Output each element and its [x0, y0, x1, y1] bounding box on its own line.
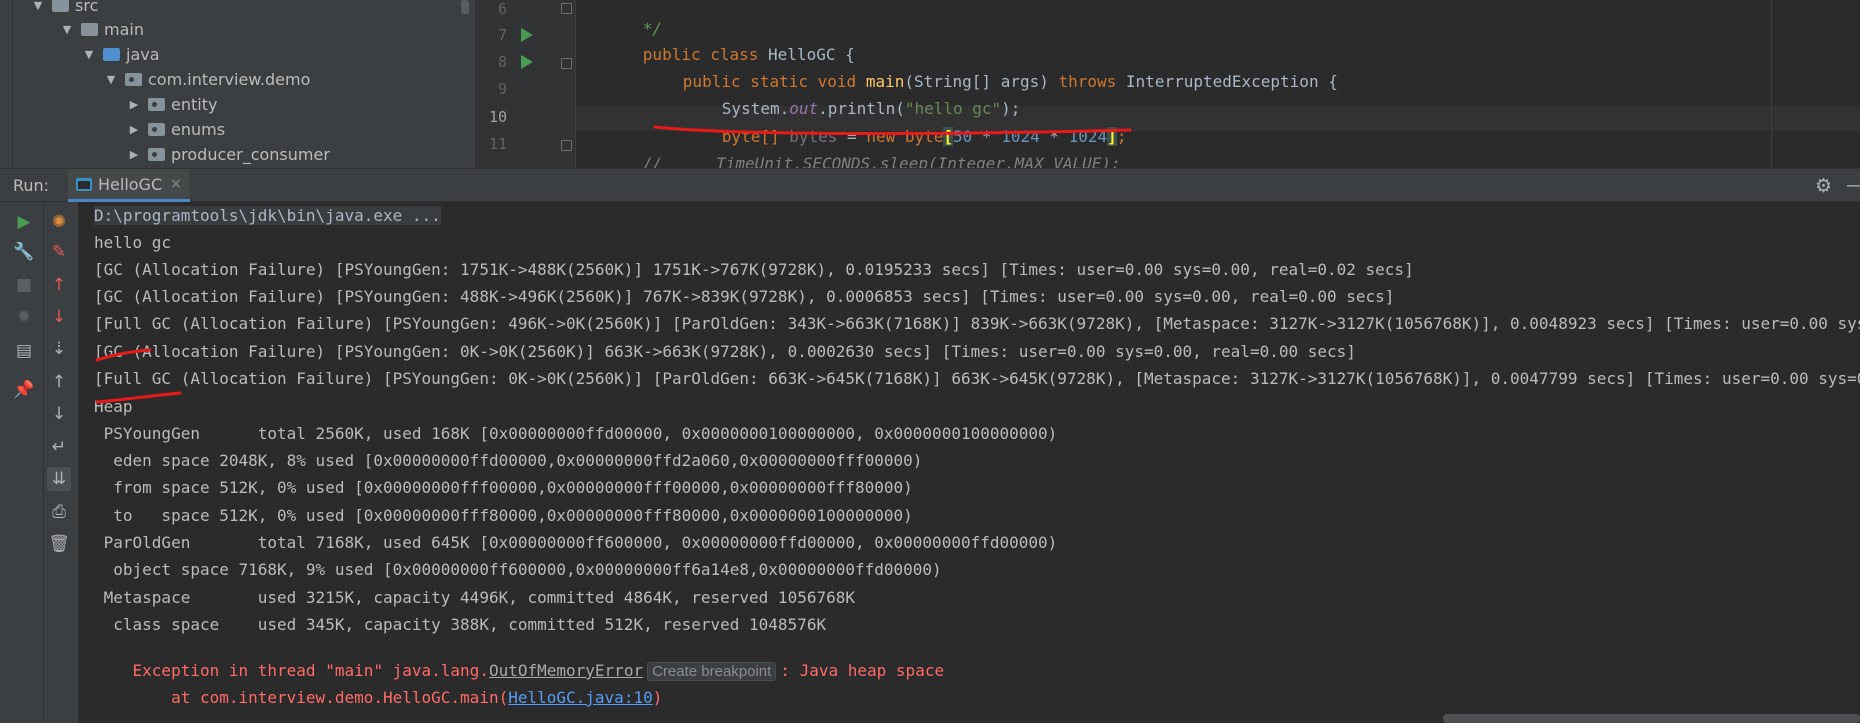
run-class-icon[interactable] — [521, 28, 533, 42]
sort-icon[interactable]: ⇣ — [47, 337, 71, 361]
run-title: Run: — [13, 176, 50, 195]
horizontal-scrollbar[interactable] — [1443, 714, 1860, 723]
scroll-to-end-icon[interactable]: ⇊ — [47, 467, 71, 491]
stop-icon[interactable]: ■ — [12, 273, 36, 297]
source-location-link[interactable]: HelloGC.java:10 — [508, 688, 653, 707]
gear-icon[interactable]: ⚙ — [1815, 175, 1832, 197]
console-line: [Full GC (Allocation Failure) [PSYoungGe… — [94, 314, 1860, 333]
tree-item-label: producer_consumer — [171, 145, 330, 164]
line-number-current: 10 — [488, 108, 507, 126]
console-command-line[interactable]: D:\programtools\jdk\bin\java.exe ... — [94, 206, 441, 225]
create-breakpoint-button[interactable]: Create breakpoint — [647, 662, 777, 681]
run-toolbar: ▶ 🔧 ■ ✹ ▤ 📌 ✺ ✎ ↑ ↓ ⇣ ↑ ↓ ↵ ⇊ ⎙ 🗑 — [0, 202, 78, 723]
console-output[interactable]: D:\programtools\jdk\bin\java.exe ... hel… — [78, 202, 1860, 723]
tree-item-label: src — [75, 0, 99, 15]
run-main-icon[interactable] — [521, 55, 533, 69]
chevron-down-icon[interactable]: ▼ — [59, 22, 75, 38]
folder-icon — [52, 0, 69, 12]
wrench-icon[interactable]: 🔧 — [12, 240, 36, 264]
fold-icon[interactable] — [561, 140, 572, 151]
project-tree-panel: ▼ src ▼ main ▼ java ▼ com.interview.demo… — [0, 0, 475, 168]
tab-label: HelloGC — [98, 174, 163, 194]
tree-item-src[interactable]: ▼ src — [30, 0, 98, 18]
soft-wrap-icon[interactable]: ↵ — [47, 435, 71, 459]
chevron-right-icon[interactable]: ▶ — [126, 122, 142, 138]
tree-item-label: main — [104, 20, 144, 39]
tree-item-label: enums — [171, 120, 226, 139]
tree-item-label: java — [126, 45, 160, 64]
code-line-11: //TimeUnit.SECONDS.sleep(Integer.MAX_VAL… — [642, 154, 1121, 168]
console-line: [Full GC (Allocation Failure) [PSYoungGe… — [94, 369, 1860, 388]
console-line: PSYoungGen total 2560K, used 168K [0x000… — [94, 424, 1058, 443]
tab-hellogc[interactable]: HelloGC × — [68, 169, 190, 202]
print-icon[interactable]: ⎙ — [47, 500, 71, 524]
console-line: [GC (Allocation Failure) [PSYoungGen: 48… — [94, 287, 1395, 306]
pin-icon[interactable]: 📌 — [12, 378, 36, 402]
chevron-down-icon[interactable]: ▼ — [30, 0, 46, 14]
console-line: [GC (Allocation Failure) [PSYoungGen: 17… — [94, 260, 1414, 279]
tree-item-producer-consumer[interactable]: ▶ producer_consumer — [126, 142, 330, 167]
toolbar-separator — [43, 202, 44, 723]
tree-item-entity[interactable]: ▶ entity — [126, 92, 218, 117]
tree-item-java[interactable]: ▼ java — [81, 42, 160, 67]
line-number: 7 — [497, 26, 507, 44]
restart-icon[interactable]: ✺ — [47, 210, 71, 234]
source-folder-icon — [103, 48, 120, 61]
rerun-icon[interactable]: ▶ — [12, 210, 36, 234]
layout-icon[interactable]: ▤ — [12, 339, 36, 363]
trash-icon[interactable]: 🗑 — [47, 532, 71, 556]
code-editor[interactable]: 6 7 8 9 10 11 */ public class HelloGC { … — [475, 0, 1860, 168]
fold-icon[interactable] — [561, 58, 572, 69]
tree-item-enums[interactable]: ▶ enums — [126, 117, 225, 142]
down-icon[interactable]: ↓ — [47, 402, 71, 426]
up-icon[interactable]: ↑ — [47, 370, 71, 394]
console-line: hello gc — [94, 233, 172, 252]
debug-bug-icon[interactable]: ✹ — [12, 305, 36, 329]
console-line: object space 7168K, 9% used [0x00000000f… — [94, 560, 942, 579]
line-number: 6 — [497, 0, 507, 18]
package-icon — [125, 73, 142, 86]
console-line: class space used 345K, capacity 388K, co… — [94, 615, 827, 634]
chevron-right-icon[interactable]: ▶ — [126, 97, 142, 113]
chevron-down-icon[interactable]: ▼ — [81, 47, 97, 63]
package-icon — [148, 98, 165, 111]
tree-scrollbar[interactable] — [461, 0, 469, 14]
fold-icon[interactable] — [561, 3, 572, 14]
console-line: from space 512K, 0% used [0x00000000fff0… — [94, 478, 913, 497]
console-line: [GC (Allocation Failure) [PSYoungGen: 0K… — [94, 342, 1356, 361]
tree-item-label: com.interview.demo — [148, 70, 311, 89]
minimize-icon[interactable]: — — [1846, 175, 1860, 196]
folder-icon — [81, 23, 98, 36]
down-arrow-icon[interactable]: ↓ — [47, 305, 71, 329]
right-margin-guide — [1771, 0, 1772, 168]
console-line: Heap — [94, 397, 133, 416]
console-tab-icon — [76, 177, 92, 191]
tool-window-stripe — [0, 0, 13, 168]
line-number: 11 — [488, 135, 507, 153]
chevron-down-icon[interactable]: ▼ — [103, 72, 119, 88]
console-line: ParOldGen total 7168K, used 645K [0x0000… — [94, 533, 1058, 552]
code-area[interactable]: */ public class HelloGC { public static … — [575, 0, 1755, 168]
tree-item-com-interview-demo[interactable]: ▼ com.interview.demo — [103, 67, 311, 92]
chevron-right-icon[interactable]: ▶ — [126, 147, 142, 163]
edit-icon[interactable]: ✎ — [47, 240, 71, 264]
line-number: 8 — [497, 53, 507, 71]
up-arrow-icon[interactable]: ↑ — [47, 273, 71, 297]
tree-item-label: entity — [171, 95, 218, 114]
console-line: eden space 2048K, 8% used [0x00000000ffd… — [94, 451, 923, 470]
tree-item-main[interactable]: ▼ main — [59, 17, 144, 42]
package-icon — [148, 148, 165, 161]
line-number: 9 — [497, 80, 507, 98]
console-line: to space 512K, 0% used [0x00000000fff800… — [94, 506, 913, 525]
close-icon[interactable]: × — [170, 176, 182, 192]
console-line: Metaspace used 3215K, capacity 4496K, co… — [94, 588, 855, 607]
run-tool-window-header: Run: HelloGC × ⚙ — — [0, 168, 1860, 202]
stack-trace-line: at com.interview.demo.HelloGC.main(Hello… — [132, 688, 663, 707]
editor-gutter: 6 7 8 9 10 11 — [475, 0, 576, 168]
package-icon — [148, 123, 165, 136]
